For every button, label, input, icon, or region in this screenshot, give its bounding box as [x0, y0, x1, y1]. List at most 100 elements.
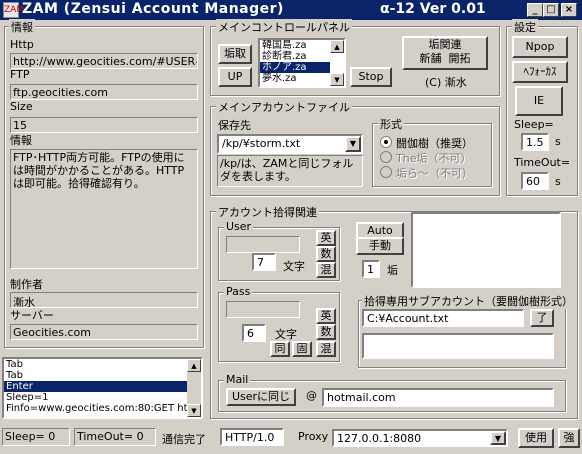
count-input[interactable]: 1 — [362, 260, 380, 278]
ie-button[interactable]: IE — [515, 86, 563, 116]
save-label: 保存先 — [218, 119, 251, 132]
manual-button[interactable]: 手動 — [356, 237, 404, 255]
timeout-unit: s — [555, 175, 561, 188]
server-field[interactable]: Geocities.com — [10, 324, 198, 340]
user-input[interactable] — [226, 236, 300, 253]
same-as-user-button[interactable]: Userに同じ — [226, 388, 296, 406]
user-eng-button[interactable]: 英 — [316, 230, 336, 246]
account-file-title: メインアカウントファイル — [216, 99, 352, 115]
server-list[interactable]: 韓国島.za 診断君.za ホノア.za 夢水.za ▲ ▼ — [258, 38, 346, 88]
format-title: 形式 — [378, 116, 404, 132]
count-unit: 垢 — [387, 264, 398, 277]
chevron-down-icon[interactable]: ▼ — [490, 431, 506, 445]
pass-same-button[interactable]: 同 — [270, 341, 290, 357]
at-sign: @ — [306, 389, 317, 402]
pass-fixed-button[interactable]: 固 — [292, 341, 312, 357]
ftp-label: FTP — [10, 68, 30, 81]
open-label: 開拓 — [448, 52, 471, 65]
user-length-input[interactable]: 7 — [252, 253, 276, 271]
http-label: Http — [10, 38, 34, 51]
mail-domain-input[interactable]: hotmail.com — [322, 388, 554, 407]
browse-button[interactable]: 了 — [530, 309, 554, 327]
strong-button[interactable]: 強 — [558, 428, 580, 448]
settings-title: 設定 — [512, 19, 538, 35]
server-label: サーバー — [10, 309, 54, 322]
mail-title: Mail — [224, 373, 251, 386]
sleep-label: Sleep= — [514, 118, 554, 131]
sub-account-info[interactable] — [362, 333, 554, 359]
result-area[interactable] — [411, 212, 561, 288]
info-textarea[interactable]: FTP･HTTP両方可能。FTPの使用には時間がかかることがある。HTTPは即可… — [10, 149, 198, 269]
related-label: 垢関連 — [428, 38, 462, 51]
sleep-unit: s — [555, 135, 561, 148]
pass-mix-button[interactable]: 混 — [316, 341, 336, 357]
timeout-label: TimeOut= — [514, 156, 571, 169]
scroll-down-icon[interactable]: ▼ — [330, 73, 344, 86]
new-label: 新舗 — [419, 52, 442, 65]
up-button[interactable]: UP — [218, 67, 252, 87]
author-label: 制作者 — [10, 278, 43, 291]
user-length-unit: 文字 — [283, 260, 305, 273]
pass-num-button[interactable]: 数 — [316, 324, 336, 340]
pass-title: Pass — [224, 285, 253, 298]
stop-button[interactable]: Stop — [350, 67, 392, 87]
pass-length-input[interactable]: 6 — [242, 324, 266, 342]
format-radio-2[interactable] — [380, 151, 392, 163]
list-item-selected[interactable]: Enter — [4, 381, 201, 392]
user-title: User — [224, 220, 254, 233]
user-num-button[interactable]: 数 — [316, 246, 336, 262]
list-item[interactable]: Tab — [4, 359, 201, 370]
app-icon: ZAM — [3, 2, 24, 18]
http-field[interactable]: http://www.geocities.com/#USER# — [10, 53, 198, 69]
format-label-1: 闘伽樹（推奨） — [396, 137, 473, 150]
npop-button[interactable]: Npop — [512, 36, 568, 58]
pass-length-unit: 文字 — [275, 328, 297, 341]
use-proxy-button[interactable]: 使用 — [518, 428, 554, 448]
format-label-3: 垢ら〜（不可） — [396, 167, 473, 180]
ftp-field[interactable]: ftp.geocities.com — [10, 84, 198, 100]
author-field[interactable]: 漸水 — [10, 292, 198, 308]
sleep-input[interactable]: 1.5 — [521, 133, 549, 151]
format-radio-3[interactable] — [380, 166, 392, 178]
maximize-icon[interactable]: □ — [543, 3, 559, 17]
pass-input[interactable] — [226, 301, 300, 318]
forecast-button[interactable]: ﾍﾌｫｰｶｽ — [512, 61, 568, 83]
close-icon[interactable]: × — [561, 3, 577, 17]
minimize-icon[interactable]: _ — [527, 3, 543, 17]
list-item[interactable]: Sleep=1 — [4, 392, 201, 403]
list-item[interactable]: Finfo=www.geocities.com:80:GET htt — [4, 403, 201, 414]
scroll-up-icon[interactable]: ▲ — [330, 40, 344, 53]
size-field[interactable]: 15 — [10, 117, 198, 133]
switch-button[interactable]: 垢取 — [218, 44, 252, 64]
save-select[interactable]: /kp/¥storm.txt — [217, 134, 363, 154]
user-mix-button[interactable]: 混 — [316, 262, 336, 278]
scroll-down-icon[interactable]: ▼ — [187, 404, 201, 417]
format-label-2: The垢（不可） — [396, 152, 472, 165]
acquire-title: アカウント拾得関連 — [216, 204, 319, 220]
scroll-up-icon[interactable]: ▲ — [187, 359, 201, 372]
status-protocol: HTTP/1.0 — [220, 428, 284, 446]
list-item[interactable]: Tab — [4, 370, 201, 381]
format-radio-1[interactable] — [380, 136, 392, 148]
chevron-down-icon[interactable]: ▼ — [345, 136, 361, 152]
log-list[interactable]: Tab Tab Enter Sleep=1 Finfo=www.geocitie… — [2, 357, 203, 419]
title-bar[interactable]: ZAM ZAM (Zensui Account Manager) α-12 Ve… — [0, 0, 582, 20]
list-item-selected[interactable]: ホノア.za — [260, 62, 330, 73]
status-sleep: Sleep= 0 — [2, 428, 70, 446]
window-version: α-12 Ver 0.01 — [380, 1, 486, 17]
info-text-label: 情報 — [10, 134, 32, 147]
pass-eng-button[interactable]: 英 — [316, 308, 336, 324]
main-control-title: メインコントロールパネル — [216, 19, 352, 35]
save-description: /kp/は、ZAMと同じフォルダを表します。 — [217, 155, 363, 187]
sub-account-path[interactable]: C:¥Account.txt — [362, 309, 524, 327]
window-title: ZAM (Zensui Account Manager) — [22, 1, 284, 17]
status-state: 通信完了 — [162, 433, 206, 446]
copyright-text: (C) 漸水 — [425, 76, 467, 89]
related-button[interactable]: 垢関連 新舗 開拓 — [402, 36, 488, 70]
proxy-select[interactable]: 127.0.0.1:8080 — [332, 429, 508, 447]
log-scrollbar[interactable]: ▲ ▼ — [187, 359, 201, 417]
status-timeout: TimeOut= 0 — [74, 428, 156, 446]
timeout-input[interactable]: 60 — [521, 172, 549, 190]
info-group-title: 情報 — [9, 19, 35, 35]
sub-account-title: 拾得専用サブアカウント（要闘伽樹形式） — [362, 293, 575, 309]
